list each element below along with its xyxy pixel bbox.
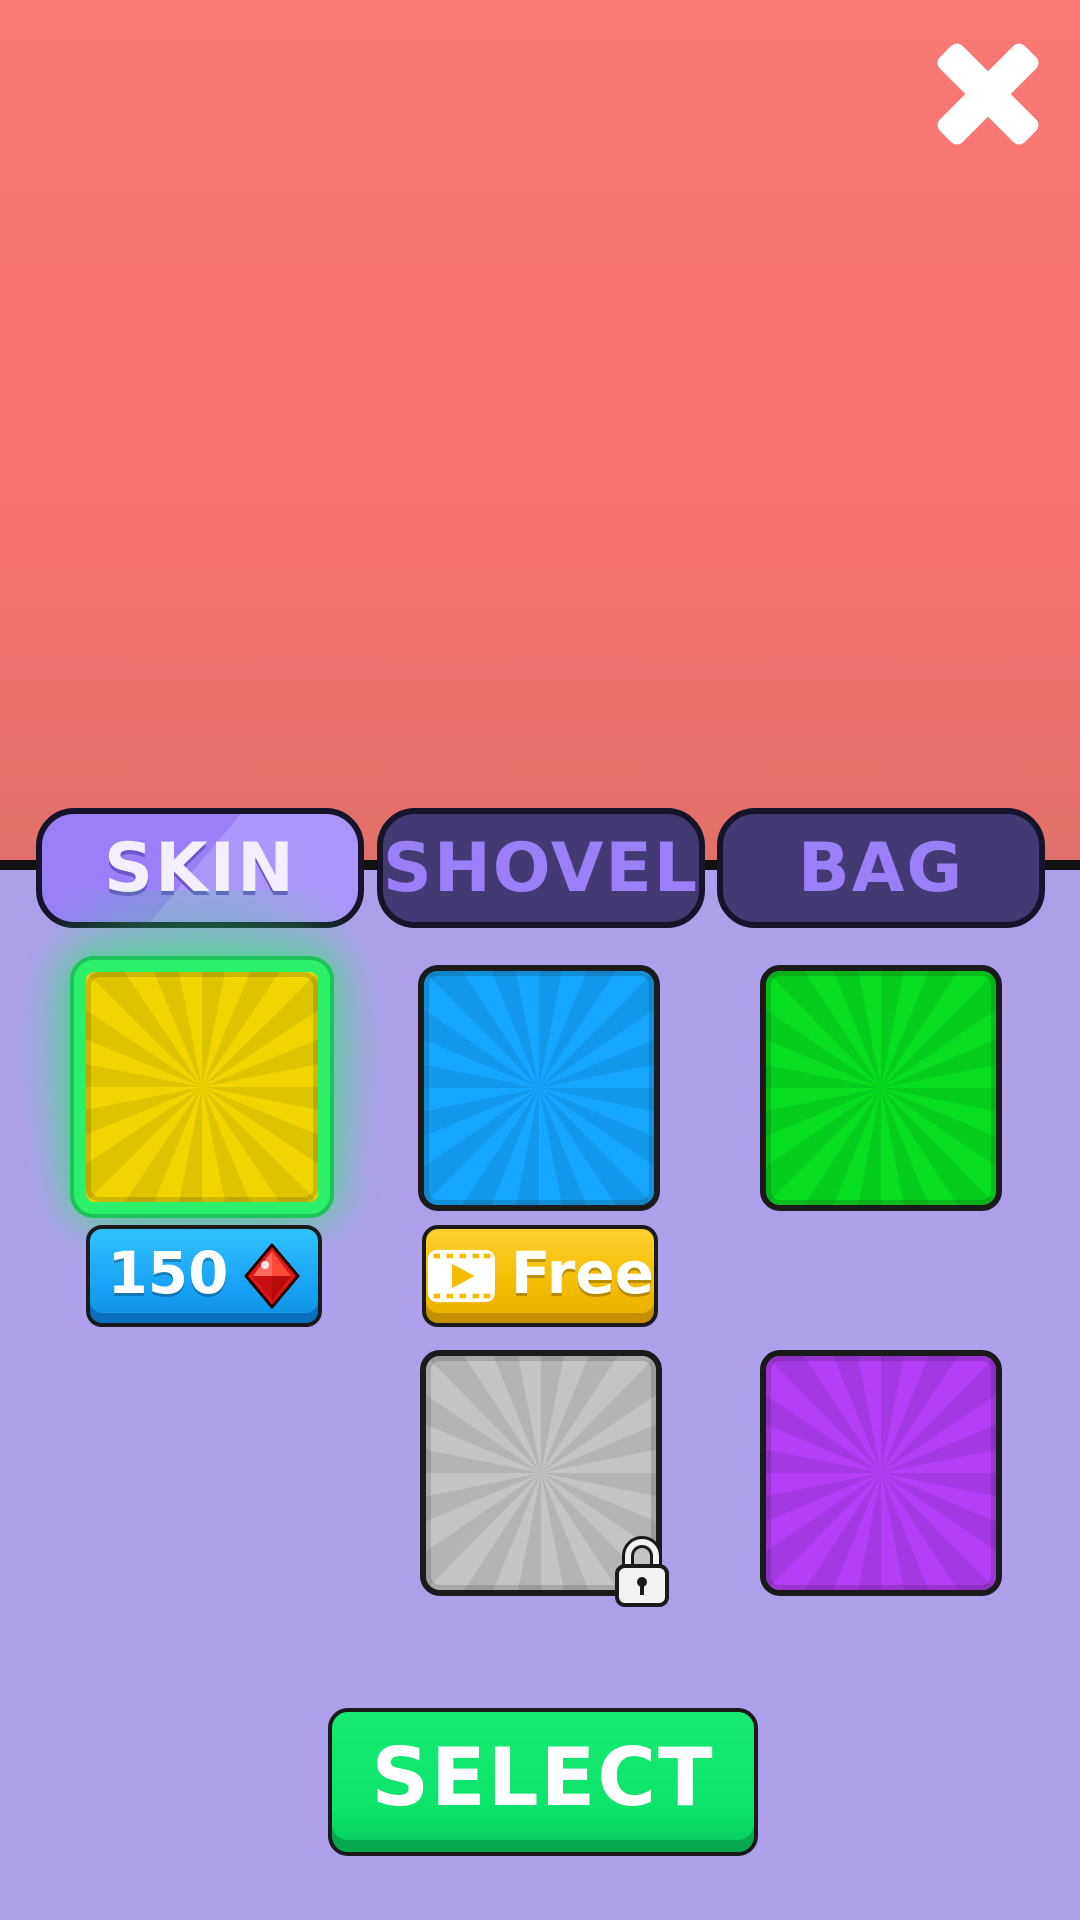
select-button-label: SELECT (371, 1730, 715, 1824)
free-price-label: Free (510, 1239, 654, 1307)
red-gem-icon (244, 1243, 300, 1309)
tab-skin[interactable]: SKIN (36, 808, 364, 928)
tab-shovel-label: SHOVEL (382, 828, 700, 908)
tile-inner-border (86, 972, 318, 1202)
buy-with-gems-button[interactable]: 150 (86, 1225, 322, 1327)
skin-item-green[interactable] (760, 965, 1002, 1211)
skin-item-gray[interactable] (420, 1350, 662, 1596)
watch-ad-free-button[interactable]: Free (422, 1225, 658, 1327)
video-play-icon (427, 1249, 495, 1303)
character-preview-area (0, 0, 1080, 862)
tab-bag[interactable]: BAG (717, 808, 1045, 928)
gem-price-label: 150 (107, 1239, 229, 1307)
skin-item-yellow[interactable] (74, 960, 330, 1214)
skin-item-blue[interactable] (418, 965, 660, 1211)
tab-skin-label: SKIN (104, 828, 296, 908)
tile-inner-border (424, 971, 654, 1205)
tile-inner-border (766, 1356, 996, 1590)
close-icon (937, 43, 1039, 145)
skin-item-purple[interactable] (760, 1350, 1002, 1596)
tile-inner-border (426, 1356, 656, 1590)
select-button[interactable]: SELECT (328, 1708, 758, 1856)
tab-shovel[interactable]: SHOVEL (377, 808, 705, 928)
tab-bag-label: BAG (797, 828, 965, 908)
tile-inner-border (766, 971, 996, 1205)
close-button[interactable] (930, 36, 1046, 152)
